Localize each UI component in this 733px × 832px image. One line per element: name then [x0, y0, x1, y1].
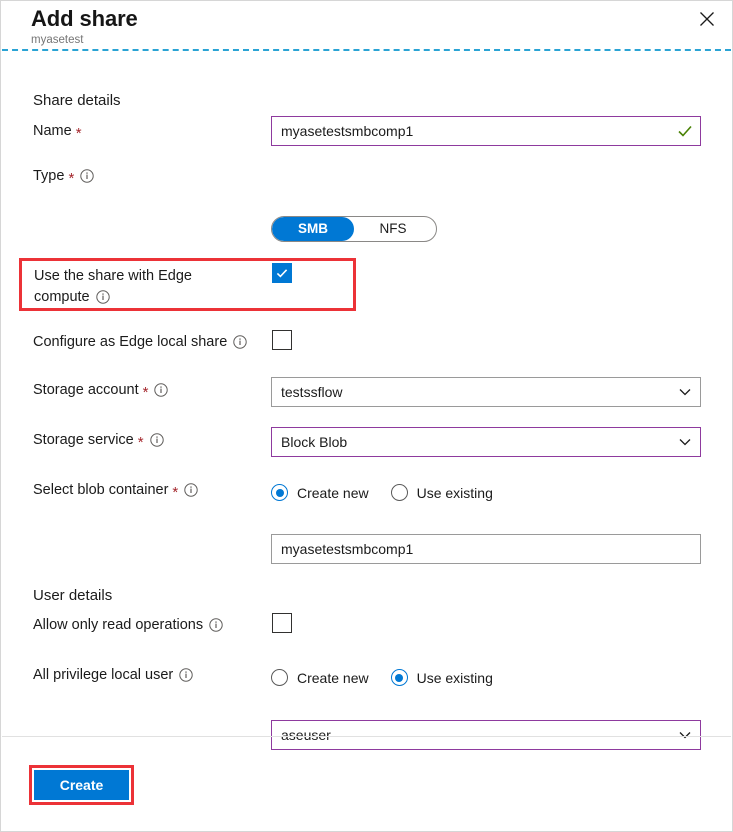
radio-selected-icon [391, 669, 408, 686]
edge-compute-label: Use the share with Edge compute [34, 266, 192, 308]
local-user-option-use-existing[interactable]: Use existing [391, 669, 493, 686]
chevron-down-icon [678, 385, 692, 399]
type-label: Type * [33, 167, 94, 185]
info-icon[interactable] [233, 335, 247, 349]
create-button[interactable]: Create [34, 770, 129, 800]
edge-compute-label-line2: compute [34, 289, 90, 305]
blob-container-create-new-label: Create new [297, 485, 369, 501]
storage-service-label: Storage service * [33, 431, 164, 449]
blob-container-required-asterisk: * [172, 485, 178, 500]
blob-container-option-use-existing[interactable]: Use existing [391, 484, 493, 501]
blob-container-label-text: Select blob container [33, 481, 168, 499]
storage-service-required-asterisk: * [138, 435, 144, 450]
name-input[interactable] [271, 116, 701, 146]
storage-service-select[interactable]: Block Blob [271, 427, 701, 457]
storage-account-label: Storage account * [33, 381, 168, 399]
info-icon[interactable] [154, 383, 168, 397]
edge-local-share-checkbox[interactable] [272, 330, 292, 350]
read-only-label: Allow only read operations [33, 616, 223, 634]
local-user-label-text: All privilege local user [33, 666, 173, 684]
share-details-heading: Share details [33, 92, 121, 110]
blob-container-option-create-new[interactable]: Create new [271, 484, 369, 501]
local-user-select[interactable]: aseuser [271, 720, 701, 750]
local-user-value: aseuser [281, 727, 678, 743]
blade-header: Add share myasetest [1, 1, 732, 49]
type-option-smb[interactable]: SMB [272, 217, 354, 241]
info-icon[interactable] [209, 618, 223, 632]
radio-unselected-icon [271, 669, 288, 686]
blob-container-label: Select blob container * [33, 481, 198, 499]
blade-body: Share details Name * Type * SM [1, 51, 732, 831]
read-only-checkbox[interactable] [272, 613, 292, 633]
storage-account-select[interactable]: testssflow [271, 377, 701, 407]
page-subtitle: myasetest [31, 33, 732, 47]
storage-service-value: Block Blob [281, 434, 678, 450]
type-toggle[interactable]: SMB NFS [271, 216, 437, 242]
info-icon[interactable] [150, 433, 164, 447]
edge-compute-checkbox[interactable] [272, 263, 292, 283]
storage-account-required-asterisk: * [143, 385, 149, 400]
info-icon[interactable] [80, 169, 94, 183]
local-user-label: All privilege local user [33, 666, 193, 684]
name-required-asterisk: * [76, 126, 82, 141]
local-user-radio-group[interactable]: Create new Use existing [271, 669, 515, 686]
blob-container-radio-group[interactable]: Create new Use existing [271, 484, 515, 501]
edge-compute-label-line1: Use the share with Edge [34, 268, 192, 284]
type-label-text: Type [33, 167, 64, 185]
local-user-option-create-new[interactable]: Create new [271, 669, 369, 686]
radio-unselected-icon [391, 484, 408, 501]
name-label-text: Name [33, 122, 72, 140]
edge-local-share-label: Configure as Edge local share [33, 333, 247, 351]
edge-local-share-label-text: Configure as Edge local share [33, 333, 227, 351]
info-icon[interactable] [96, 290, 110, 304]
user-details-heading: User details [33, 587, 112, 605]
radio-selected-icon [271, 484, 288, 501]
type-required-asterisk: * [68, 171, 74, 186]
chevron-down-icon [678, 435, 692, 449]
name-label: Name * [33, 122, 82, 140]
local-user-create-new-label: Create new [297, 670, 369, 686]
chevron-down-icon [678, 728, 692, 742]
close-icon [699, 11, 715, 27]
add-share-blade: Add share myasetest Share details Name * [0, 0, 733, 832]
storage-account-value: testssflow [281, 384, 678, 400]
storage-account-label-text: Storage account [33, 381, 139, 399]
blob-container-use-existing-label: Use existing [417, 485, 493, 501]
page-title: Add share [31, 5, 732, 32]
type-option-nfs[interactable]: NFS [354, 217, 432, 241]
check-icon [275, 266, 289, 280]
read-only-label-text: Allow only read operations [33, 616, 203, 634]
close-button[interactable] [690, 3, 724, 35]
valid-check-icon [677, 123, 693, 139]
info-icon[interactable] [179, 668, 193, 682]
storage-service-label-text: Storage service [33, 431, 134, 449]
info-icon[interactable] [184, 483, 198, 497]
footer-divider [2, 736, 731, 737]
blob-container-name-input[interactable] [271, 534, 701, 564]
local-user-use-existing-label: Use existing [417, 670, 493, 686]
